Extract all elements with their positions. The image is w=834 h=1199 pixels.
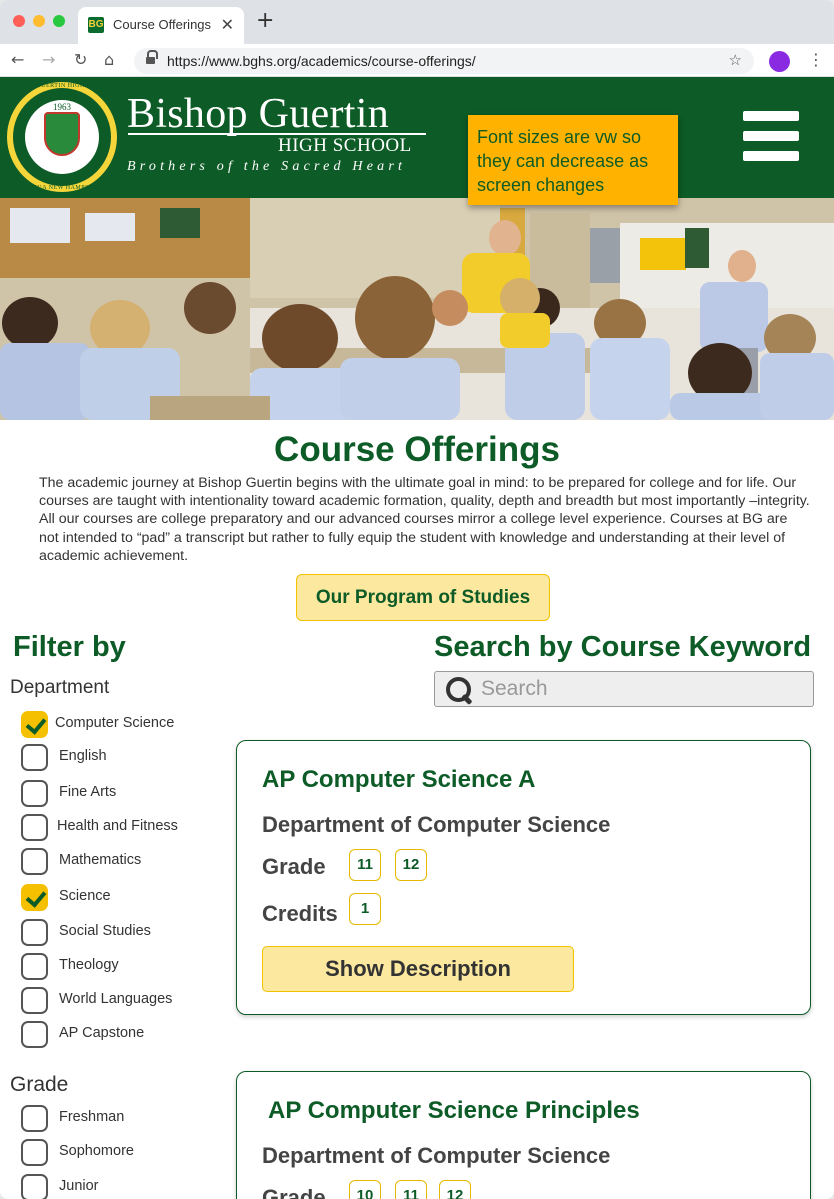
checkbox[interactable]: [21, 814, 48, 841]
filter-title: Filter by: [13, 631, 126, 663]
course-card: AP Computer Science A Department of Comp…: [236, 740, 811, 1015]
checkbox-label: Theology: [59, 957, 119, 973]
school-name[interactable]: Bishop Guertin: [127, 90, 389, 138]
checkbox[interactable]: [21, 919, 48, 946]
url-text: https://www.bghs.org/academics/course-of…: [167, 53, 476, 69]
checkbox[interactable]: [21, 1105, 48, 1132]
checkbox-label: AP Capstone: [59, 1025, 145, 1041]
site-favicon-icon: BG: [88, 17, 104, 33]
browser-tab[interactable]: BG Course Offerings ✕: [78, 7, 244, 44]
checkbox[interactable]: [21, 1021, 48, 1048]
shield-icon: [44, 112, 80, 156]
close-window-button[interactable]: [13, 15, 25, 27]
seal-year: 1963: [53, 102, 71, 112]
annotation-sticky-note: Font sizes are vw so they can decrease a…: [468, 115, 678, 205]
lock-icon: [146, 50, 158, 65]
profile-avatar[interactable]: [769, 51, 790, 72]
url-field[interactable]: https://www.bghs.org/academics/course-of…: [134, 48, 754, 74]
minimize-window-button[interactable]: [33, 15, 45, 27]
search-title: Search by Course Keyword: [434, 631, 812, 663]
grade-filter-label: Grade: [10, 1073, 69, 1096]
credits-badge: 1: [349, 893, 381, 925]
checkbox-label: Fine Arts: [59, 784, 117, 800]
site-header: BISHOP GUERTIN HIGH SCHOOL 1963 NASHUA N…: [0, 77, 834, 205]
checkbox-label: English: [59, 748, 107, 764]
tab-bar: BG Course Offerings ✕ +: [0, 0, 834, 44]
tab-title: Course Offerings: [113, 17, 212, 32]
browser-window: BG Course Offerings ✕ + ← → ↻ ⌂ https://…: [0, 0, 834, 1199]
bookmark-star-icon[interactable]: ☆: [729, 51, 742, 69]
tab-close-icon[interactable]: ✕: [221, 15, 234, 34]
program-of-studies-button[interactable]: Our Program of Studies: [296, 574, 550, 621]
grade-label: Grade: [262, 1185, 326, 1199]
hero-classroom-photo: [0, 198, 834, 420]
school-subtitle: HIGH SCHOOL: [278, 135, 412, 156]
checkbox-label: World Languages: [59, 991, 173, 1007]
checkbox-label: Mathematics: [59, 852, 142, 868]
checkbox-label: Science: [59, 888, 111, 904]
home-icon[interactable]: ⌂: [104, 51, 114, 69]
checkbox[interactable]: [21, 884, 48, 911]
new-tab-icon[interactable]: +: [256, 10, 274, 32]
course-title: AP Computer Science A: [262, 766, 536, 793]
checkbox[interactable]: [21, 780, 48, 807]
checkbox-label: Health and Fitness: [57, 818, 178, 834]
course-title: AP Computer Science Principles: [268, 1097, 640, 1124]
hamburger-menu-icon[interactable]: [743, 111, 799, 161]
checkbox-label: Computer Science: [55, 715, 175, 731]
forward-arrow-icon[interactable]: →: [42, 51, 55, 69]
seal-ring-text-bottom: NASHUA NEW HAMPSHIRE: [19, 185, 105, 191]
school-tagline: Brothers of the Sacred Heart: [127, 159, 407, 174]
credits-label: Credits: [262, 901, 338, 926]
checkbox-label: Sophomore: [59, 1143, 134, 1159]
grade-badge: 11: [349, 849, 381, 881]
department-filter-label: Department: [10, 677, 110, 698]
checkbox[interactable]: [21, 711, 48, 738]
checkbox-label: Freshman: [59, 1109, 125, 1125]
maximize-window-button[interactable]: [53, 15, 65, 27]
checkbox[interactable]: [21, 1174, 48, 1199]
checkbox[interactable]: [21, 744, 48, 771]
seal-ring-text-top: BISHOP GUERTIN HIGH SCHOOL: [10, 83, 114, 89]
grade-badge: 11: [395, 1180, 427, 1199]
checkbox[interactable]: [21, 1139, 48, 1166]
page-title: Course Offerings: [274, 430, 560, 469]
reload-icon[interactable]: ↻: [74, 51, 87, 69]
grade-badge: 12: [395, 849, 427, 881]
more-menu-icon[interactable]: ⋮: [808, 50, 824, 69]
search-box[interactable]: [434, 671, 814, 707]
course-department: Department of Computer Science: [262, 1143, 611, 1168]
intro-paragraph: The academic journey at Bishop Guertin b…: [39, 475, 810, 564]
course-department: Department of Computer Science: [262, 812, 611, 837]
checkbox-label: Social Studies: [59, 923, 151, 939]
checkbox[interactable]: [21, 953, 48, 980]
grade-badge: 12: [439, 1180, 471, 1199]
search-icon: [444, 675, 474, 705]
checkbox-label: Junior: [59, 1178, 99, 1194]
grade-badge: 10: [349, 1180, 381, 1199]
search-input[interactable]: [481, 675, 801, 703]
checkbox[interactable]: [21, 987, 48, 1014]
show-description-button[interactable]: Show Description: [262, 946, 574, 992]
school-seal-logo[interactable]: BISHOP GUERTIN HIGH SCHOOL 1963 NASHUA N…: [7, 82, 117, 192]
course-card: AP Computer Science Principles Departmen…: [236, 1071, 811, 1199]
back-arrow-icon[interactable]: ←: [11, 51, 24, 69]
checkbox[interactable]: [21, 848, 48, 875]
address-bar: ← → ↻ ⌂ https://www.bghs.org/academics/c…: [0, 44, 834, 77]
grade-label: Grade: [262, 854, 326, 879]
